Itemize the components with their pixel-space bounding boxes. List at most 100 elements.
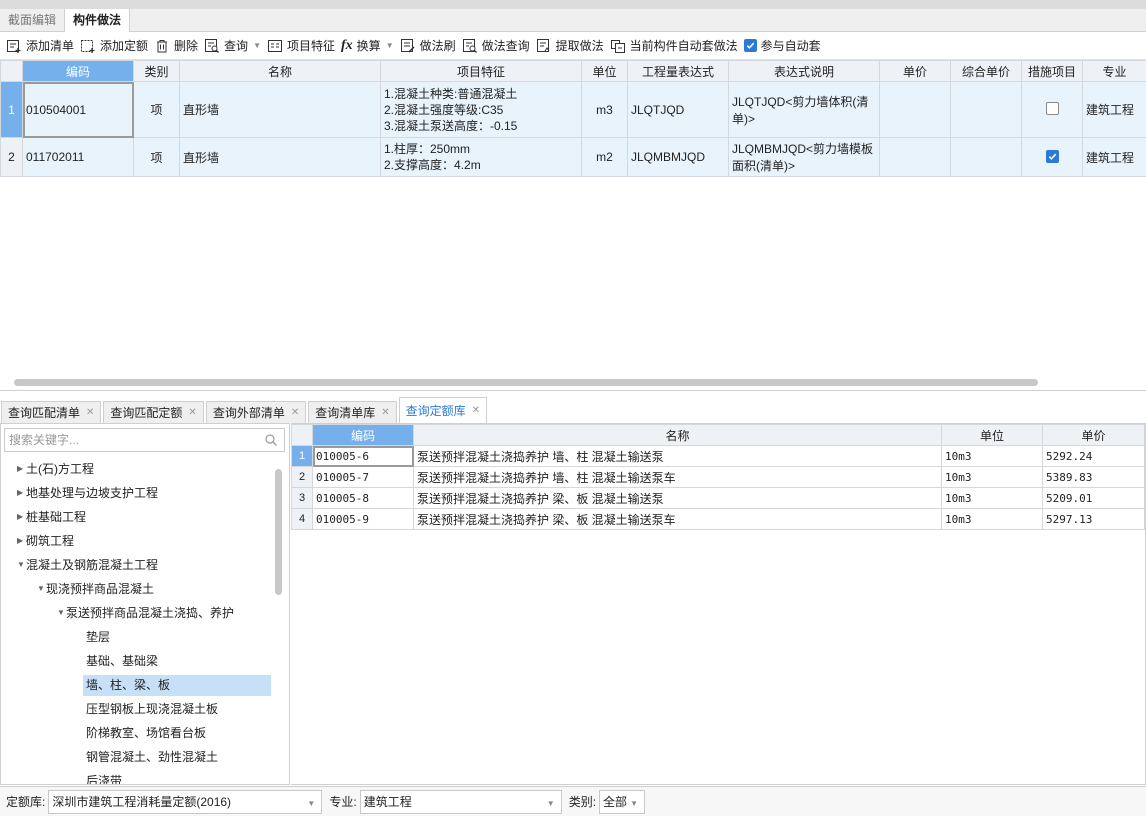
tab-query-quota-library[interactable]: 查询定额库 ✕ [398,397,488,423]
add-quota-button[interactable]: 添加定额 [79,34,153,58]
cell-features[interactable]: 1.柱厚：250mm 2.支撑高度：4.2m [380,137,582,177]
chevron-down-icon[interactable]: ▼ [17,553,25,577]
cell-features[interactable]: 1.混凝土种类:普通混凝土 2.混凝土强度等级:C35 3.混凝土泵送高度：-0… [380,81,582,138]
cell-unit[interactable]: 10m3 [941,466,1043,488]
row-number[interactable]: 4 [291,508,313,530]
chevron-right-icon[interactable]: ▶ [17,481,23,505]
tree-item[interactable]: ▶ 桩基础工程 [1,505,277,529]
cell-name[interactable]: 泵送预拌混凝土浇捣养护 梁、板 混凝土输送泵车 [413,508,942,530]
cell-unit[interactable]: 10m3 [941,487,1043,509]
cell-name[interactable]: 直形墙 [179,81,381,138]
cell-unit[interactable]: m2 [581,137,628,177]
tree-item[interactable]: 钢管混凝土、劲性混凝土 [1,745,277,769]
cell-name[interactable]: 直形墙 [179,137,381,177]
col-header-name[interactable]: 名称 [179,60,381,82]
col-header-unit[interactable]: 单位 [941,424,1043,446]
table-row[interactable]: 1 010504001 项 直形墙 1.混凝土种类:普通混凝土 2.混凝土强度等… [0,81,1146,138]
chevron-right-icon[interactable]: ▶ [17,505,23,529]
row-number[interactable]: 1 [291,445,313,467]
row-number[interactable]: 2 [291,466,313,488]
table-row[interactable]: 2 010005-7 泵送预拌混凝土浇捣养护 墙、柱 混凝土输送泵车 10m3 … [291,466,1145,488]
tree-item[interactable]: ▼ 混凝土及钢筋混凝土工程 [1,553,277,577]
cell-code[interactable]: 010005-8 [312,487,414,509]
tab-query-match-list[interactable]: 查询匹配清单 ✕ [1,401,102,423]
cell-composite-price[interactable] [950,81,1022,138]
cell-name[interactable]: 泵送预拌混凝土浇捣养护 墙、柱 混凝土输送泵 [413,445,942,467]
col-header-expr-desc[interactable]: 表达式说明 [728,60,880,82]
col-header-measure[interactable]: 措施项目 [1021,60,1083,82]
tree-item[interactable]: ▶ 砌筑工程 [1,529,277,553]
close-icon[interactable]: ✕ [86,403,94,423]
chevron-right-icon[interactable]: ▶ [17,457,23,481]
cell-unit[interactable]: m3 [581,81,628,138]
row-number[interactable]: 1 [0,81,23,138]
table-row[interactable]: 2 011702011 项 直形墙 1.柱厚：250mm 2.支撑高度：4.2m… [0,137,1146,177]
cell-price[interactable]: 5292.24 [1042,445,1145,467]
cell-price[interactable]: 5297.13 [1042,508,1145,530]
close-icon[interactable]: ✕ [472,399,480,423]
cell-expr-desc[interactable]: JLQMBMJQD<剪力墙模板面积(清单)> [728,137,880,177]
tree-item[interactable]: ▼ 泵送预拌商品混凝土浇捣、养护 [1,601,277,625]
measure-checkbox[interactable] [1045,149,1059,163]
tree-item[interactable]: ▼ 现浇预拌商品混凝土 [1,577,277,601]
tab-query-list-library[interactable]: 查询清单库 ✕ [308,401,397,423]
cell-expr[interactable]: JLQTJQD [627,81,729,138]
cell-code[interactable]: 011702011 [22,137,134,177]
tree-item[interactable]: 后浇带 [1,769,277,784]
cell-code[interactable]: 010005-9 [312,508,414,530]
add-list-button[interactable]: 添加清单 [5,34,79,58]
major-select[interactable]: 建筑工程 ▼ [359,789,562,814]
row-number[interactable]: 2 [0,137,23,177]
cell-price[interactable] [879,137,951,177]
search-input[interactable] [5,430,264,450]
col-header-price[interactable]: 单价 [879,60,951,82]
col-header-expr[interactable]: 工程量表达式 [627,60,729,82]
item-feature-button[interactable]: 项目特征 [266,34,340,58]
tree-item[interactable]: ▶ 地基处理与边坡支护工程 [1,481,277,505]
col-header-price[interactable]: 单价 [1042,424,1145,446]
tree-item[interactable]: 阶梯教室、场馆看台板 [1,721,277,745]
cell-price[interactable]: 5209.01 [1042,487,1145,509]
measure-checkbox[interactable] [1045,101,1059,115]
table-row[interactable]: 4 010005-9 泵送预拌混凝土浇捣养护 梁、板 混凝土输送泵车 10m3 … [291,508,1145,530]
row-number[interactable]: 3 [291,487,313,509]
cell-measure[interactable] [1021,137,1083,177]
col-header-major[interactable]: 专业 [1082,60,1146,82]
cell-code[interactable]: 010005-7 [312,466,414,488]
chevron-right-icon[interactable]: ▶ [17,529,23,553]
convert-dropdown-button[interactable]: fx 换算 ▼ [340,34,399,58]
tab-section-edit[interactable]: 截面编辑 [0,9,66,32]
extract-method-button[interactable]: 提取做法 [535,34,609,58]
chevron-down-icon[interactable]: ▼ [37,577,45,601]
chevron-down-icon[interactable]: ▼ [57,601,65,625]
close-icon[interactable]: ✕ [291,403,299,423]
col-header-name[interactable]: 名称 [413,424,942,446]
method-query-button[interactable]: 做法查询 [461,34,535,58]
cell-price[interactable]: 5389.83 [1042,466,1145,488]
quota-library-select[interactable]: 深圳市建筑工程消耗量定额(2016) ▼ [48,789,323,814]
col-header-features[interactable]: 项目特征 [380,60,582,82]
cell-composite-price[interactable] [950,137,1022,177]
cell-unit[interactable]: 10m3 [941,508,1043,530]
participate-auto-toggle[interactable]: 参与自动套 [743,34,826,58]
col-header-code[interactable]: 编码 [312,424,414,446]
cell-code[interactable]: 010005-6 [312,445,414,467]
cell-major[interactable]: 建筑工程 [1082,81,1146,138]
tree-item[interactable]: 基础、基础梁 [1,649,277,673]
tree-item[interactable]: 压型钢板上现浇混凝土板 [1,697,277,721]
cell-name[interactable]: 泵送预拌混凝土浇捣养护 梁、板 混凝土输送泵 [413,487,942,509]
col-header-type[interactable]: 类别 [133,60,180,82]
search-icon[interactable] [264,433,278,447]
col-header-code[interactable]: 编码 [22,60,134,82]
cell-expr-desc[interactable]: JLQTJQD<剪力墙体积(清单)> [728,81,880,138]
close-icon[interactable]: ✕ [188,403,196,423]
tab-query-match-quota[interactable]: 查询匹配定额 ✕ [103,401,204,423]
cell-measure[interactable] [1021,81,1083,138]
participate-auto-checkbox[interactable] [743,39,757,52]
tree-item[interactable]: 墙、柱、梁、板 [1,673,277,697]
table-row[interactable]: 1 010005-6 泵送预拌混凝土浇捣养护 墙、柱 混凝土输送泵 10m3 5… [291,445,1145,467]
method-brush-button[interactable]: 做法刷 [399,34,461,58]
cell-expr[interactable]: JLQMBMJQD [627,137,729,177]
cell-type[interactable]: 项 [133,81,180,138]
tree-item[interactable]: 垫层 [1,625,277,649]
